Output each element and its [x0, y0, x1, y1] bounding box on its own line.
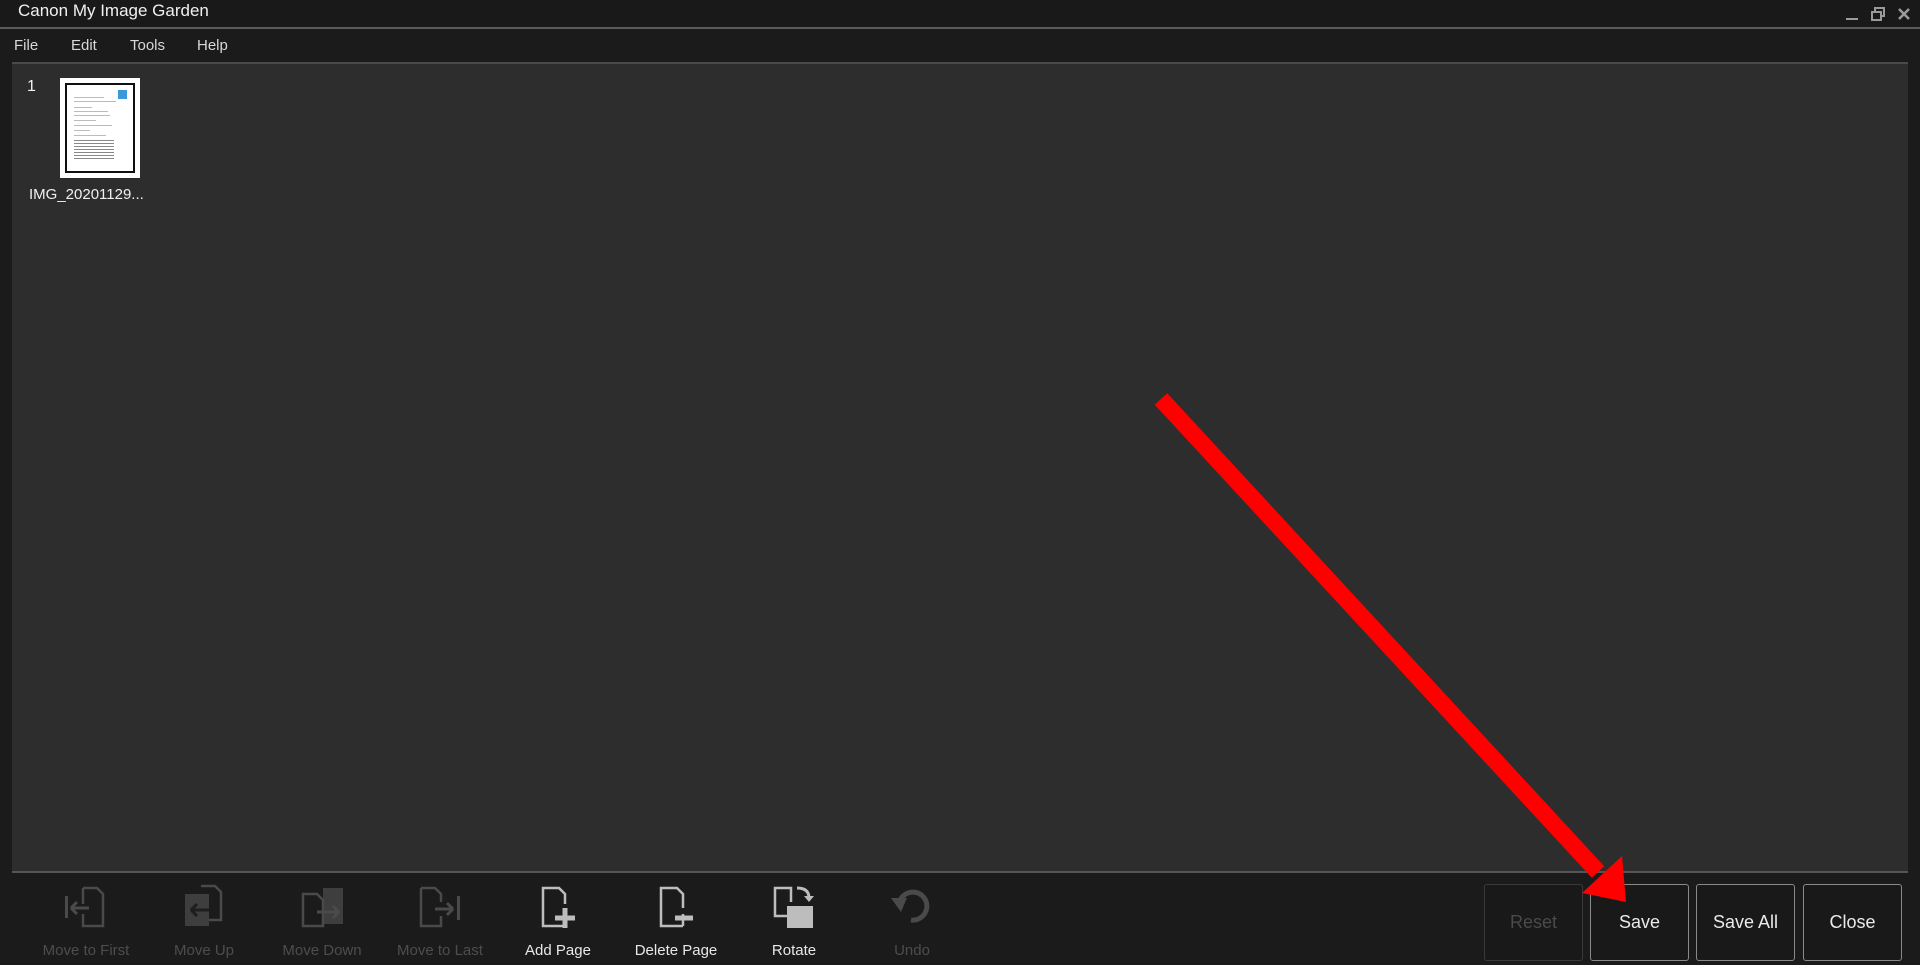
page-list-area: 1 IMG_20201129... [12, 62, 1908, 873]
move-down-label: Move Down [282, 942, 362, 959]
save-button[interactable]: Save [1590, 884, 1689, 961]
move-to-last-button[interactable]: Move to Last [385, 876, 495, 965]
delete-page-icon [659, 886, 693, 928]
move-to-first-button[interactable]: Move to First [31, 876, 141, 965]
move-up-icon [185, 884, 223, 926]
delete-page-label: Delete Page [634, 942, 718, 959]
rotate-icon [773, 886, 814, 928]
close-window-button[interactable] [1894, 4, 1914, 24]
window-controls [1842, 2, 1914, 26]
document-preview [65, 83, 135, 173]
reset-button[interactable]: Reset [1484, 884, 1583, 961]
undo-icon [891, 889, 930, 923]
menu-file[interactable]: File [14, 37, 38, 54]
add-page-label: Add Page [525, 942, 591, 959]
add-page-button[interactable]: Add Page [503, 876, 613, 965]
menu-bar: File Edit Tools Help [0, 29, 1920, 62]
undo-button[interactable]: Undo [857, 876, 967, 965]
undo-label: Undo [894, 942, 930, 959]
save-all-button[interactable]: Save All [1696, 884, 1795, 961]
page-number: 1 [27, 78, 36, 95]
move-down-button[interactable]: Move Down [267, 876, 377, 965]
window-title: Canon My Image Garden [18, 1, 209, 20]
menu-edit[interactable]: Edit [71, 37, 97, 54]
move-to-last-label: Move to Last [397, 942, 483, 959]
restore-icon [1871, 7, 1885, 21]
delete-page-button[interactable]: Delete Page [621, 876, 731, 965]
move-to-last-icon [419, 886, 460, 928]
add-page-icon [541, 886, 575, 928]
close-icon [1898, 8, 1910, 20]
title-bar: Canon My Image Garden [0, 0, 1920, 29]
page-filename: IMG_20201129... [29, 186, 144, 203]
move-to-first-label: Move to First [42, 942, 130, 959]
document-logo [118, 90, 127, 99]
page-thumbnail[interactable] [60, 78, 140, 178]
move-to-first-icon [65, 886, 105, 928]
move-up-button[interactable]: Move Up [149, 876, 259, 965]
minimize-icon [1846, 18, 1858, 20]
rotate-button[interactable]: Rotate [739, 876, 849, 965]
move-down-icon [301, 888, 343, 928]
move-up-label: Move Up [173, 942, 235, 959]
menu-help[interactable]: Help [197, 37, 228, 54]
minimize-button[interactable] [1842, 4, 1862, 24]
menu-tools[interactable]: Tools [130, 37, 165, 54]
restore-button[interactable] [1868, 4, 1888, 24]
rotate-label: Rotate [771, 942, 817, 959]
close-button[interactable]: Close [1803, 884, 1902, 961]
